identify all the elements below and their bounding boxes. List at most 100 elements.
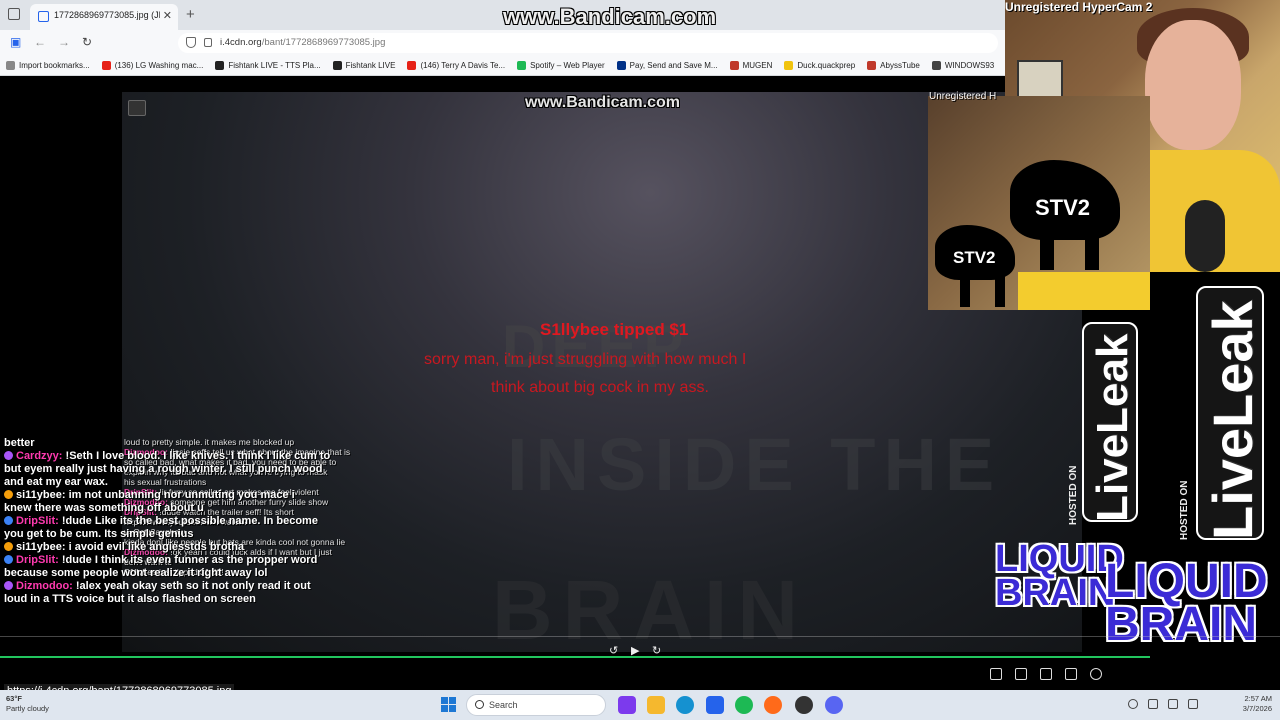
liveleak-hosted-on: HOSTED ON — [1068, 465, 1079, 525]
tab-overview-icon[interactable] — [8, 8, 20, 20]
clock-date: 3/7/2026 — [1242, 704, 1272, 713]
chat-badge-icon — [4, 451, 13, 460]
forward-skip-icon[interactable]: ↻ — [652, 644, 661, 657]
forward-icon[interactable]: → — [58, 35, 70, 49]
network-icon[interactable] — [1148, 699, 1158, 709]
bookmark-item[interactable]: AbyssTube — [867, 61, 920, 70]
bookmark-item[interactable]: Fishtank LIVE - TTS Pla... — [215, 61, 321, 70]
liveleak-hosted-on: HOSTED ON — [1179, 480, 1190, 540]
image-resize-icon[interactable] — [128, 100, 146, 116]
browser-nav-bar: ▣ ← → ↻ i.4cdn.org/bant/1772868969773085… — [0, 30, 1005, 56]
tab-title: 1772868969773085.jpg (JPEG Ir — [54, 10, 160, 20]
seek-track[interactable] — [0, 636, 1280, 637]
play-icon[interactable]: ▶ — [631, 644, 639, 657]
clock-time: 2:57 AM — [1244, 694, 1272, 703]
chat-text: im not unbanning nor unmuting you mace i — [65, 489, 295, 501]
firefox-taskbar-icon[interactable] — [764, 696, 782, 714]
bookmark-label: Fishtank LIVE - TTS Pla... — [228, 61, 321, 70]
chat-message: Dizmodoo: !alex yeah okay seth so it not… — [4, 580, 414, 593]
miniplayer-icon[interactable] — [1040, 668, 1052, 680]
chat-text: you get to be cum. Its simple genius — [4, 528, 194, 540]
bookmark-favicon-icon — [616, 61, 626, 70]
search-icon — [475, 700, 484, 709]
bookmark-favicon-icon — [729, 61, 739, 70]
reload-icon[interactable]: ↻ — [82, 35, 92, 49]
chat-message: Cardzyy: !Seth I love blood. I like kniv… — [4, 450, 414, 463]
tip-alert-title: S1llybee tipped $1 — [540, 320, 689, 339]
fullscreen-icon[interactable] — [1065, 668, 1077, 680]
taskbar-search[interactable]: Search — [466, 694, 606, 716]
bookmark-label: Duck.quackprep — [797, 61, 856, 70]
back-icon[interactable]: ← — [34, 35, 46, 49]
background-title-brain: BRAIN — [492, 563, 808, 657]
edge-taskbar-icon[interactable] — [676, 696, 694, 714]
windows-start-icon[interactable] — [441, 697, 456, 712]
wolf-silhouette — [1085, 230, 1099, 270]
obs-taskbar-icon[interactable] — [795, 696, 813, 714]
store-taskbar-icon[interactable] — [706, 696, 724, 714]
tip-alert-message: sorry man, i'm just struggling with how … — [424, 351, 747, 368]
microphone — [1185, 200, 1225, 272]
lock-icon[interactable] — [204, 38, 212, 47]
chat-text: and eat my ear wax. — [4, 476, 108, 488]
bookmark-favicon-icon — [931, 61, 941, 70]
spotify-taskbar-icon[interactable] — [735, 696, 753, 714]
bookmark-item[interactable]: Import bookmarks... — [6, 61, 90, 70]
volume-icon[interactable] — [1168, 699, 1178, 709]
address-bar[interactable]: i.4cdn.org/bant/1772868969773085.jpg — [178, 33, 998, 53]
weather-desc: Partly cloudy — [6, 704, 49, 713]
weather-widget[interactable]: 63°F Partly cloudy — [6, 694, 49, 714]
rewind-icon[interactable]: ↺ — [609, 644, 618, 657]
bookmark-item[interactable]: (146) Terry A Davis Te... — [407, 61, 505, 70]
battery-icon[interactable] — [1188, 699, 1198, 709]
bandicam-watermark: www.Bandicam.com — [525, 94, 680, 111]
settings-icon[interactable] — [1090, 668, 1102, 680]
wolf-silhouette — [1040, 230, 1054, 270]
browser-tab[interactable]: 1772868969773085.jpg (JPEG Ir ✕ — [30, 4, 178, 30]
bookmark-item[interactable]: (136) LG Washing mac... — [101, 61, 204, 70]
chat-username: DripSlit: — [16, 554, 59, 566]
chat-username: si11ybee: — [16, 541, 66, 553]
bookmark-item[interactable]: Fishtank LIVE — [332, 61, 395, 70]
new-tab-icon[interactable]: + — [186, 6, 195, 23]
system-clock[interactable]: 2:57 AM 3/7/2026 — [1243, 694, 1272, 714]
bookmark-item[interactable]: MUGEN — [729, 61, 772, 70]
chat-text: knew there was something off about u — [4, 502, 204, 514]
chat-username: DripSlit: — [16, 515, 59, 527]
chat-overlay-primary: better Cardzyy: !Seth I love blood. I lik… — [4, 437, 414, 606]
chat-badge-icon — [4, 555, 13, 564]
bookmark-label: (136) LG Washing mac... — [114, 61, 204, 70]
chat-text: !Seth I love blood. I like knives. I thi… — [62, 450, 331, 462]
hypercam-watermark: Unregistered H — [929, 91, 997, 102]
subtitles-icon[interactable] — [990, 668, 1002, 680]
chat-message: DripSlit: !dude I think its even funner … — [4, 554, 414, 567]
chat-badge-icon — [4, 542, 13, 551]
bookmark-item[interactable]: Duck.quackprep — [784, 61, 855, 70]
bookmark-label: Pay, Send and Save M... — [629, 61, 718, 70]
bookmark-item[interactable]: Pay, Send and Save M... — [616, 61, 718, 70]
seek-progress[interactable] — [0, 656, 1150, 658]
sidebar-toggle-icon[interactable]: ▣ — [10, 35, 21, 49]
search-label: Search — [489, 700, 518, 710]
close-tab-icon[interactable]: ✕ — [163, 9, 172, 22]
discord-taskbar-icon[interactable] — [825, 696, 843, 714]
bookmark-item[interactable]: WINDOWS93 — [931, 61, 994, 70]
bookmark-item[interactable]: Spotify – Web Player — [517, 61, 605, 70]
windows-taskbar: 63°F Partly cloudy Search 2:57 AM 3/7/20… — [0, 690, 1280, 720]
bookmark-label: (146) Terry A Davis Te... — [420, 61, 506, 70]
copilot-taskbar-icon[interactable] — [618, 696, 636, 714]
stv2-logo: STV2 — [953, 248, 996, 267]
bookmark-favicon-icon — [101, 61, 111, 70]
file-explorer-taskbar-icon[interactable] — [647, 696, 665, 714]
wolf-silhouette — [995, 275, 1005, 307]
chat-text: i avoid evil like angiesstds brotha — [65, 541, 245, 553]
streamer-face — [1145, 20, 1241, 150]
chat-message: but eyem really just having a rough wint… — [4, 463, 414, 476]
chat-username: Dizmodoo: — [16, 580, 73, 592]
chat-message: better — [4, 437, 414, 450]
tracking-shield-icon[interactable] — [186, 37, 196, 48]
theater-icon[interactable] — [1015, 668, 1027, 680]
show-hidden-icons[interactable] — [1128, 699, 1138, 709]
wolf-silhouette — [960, 275, 970, 307]
bookmark-label: Import bookmarks... — [19, 61, 90, 70]
